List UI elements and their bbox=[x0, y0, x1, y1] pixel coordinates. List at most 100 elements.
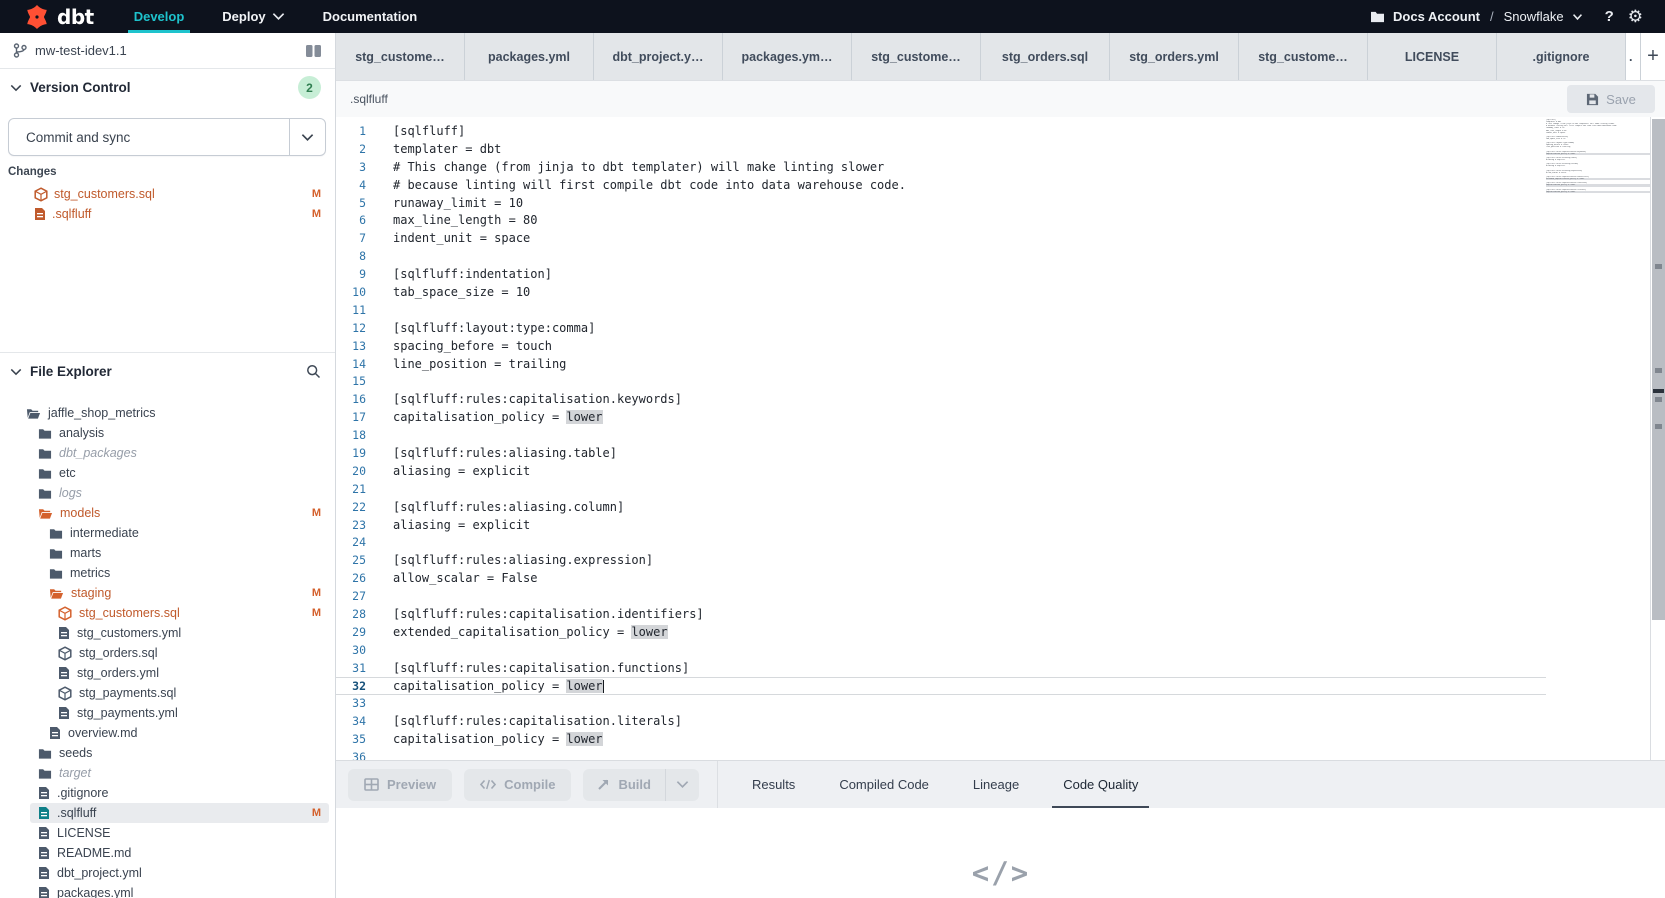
panel-tab-compiled-code[interactable]: Compiled Code bbox=[828, 761, 940, 809]
panel-tab-results[interactable]: Results bbox=[741, 761, 806, 809]
file-tab[interactable]: LICENSE bbox=[1368, 33, 1497, 80]
branch-row[interactable]: mw-test-idev1.1 bbox=[0, 33, 335, 69]
help-icon[interactable]: ? bbox=[1605, 8, 1614, 25]
save-button[interactable]: Save bbox=[1567, 85, 1655, 113]
code-line[interactable]: 2templater = dbt bbox=[336, 140, 1546, 158]
file-tree-item-models[interactable]: modelsM bbox=[0, 503, 335, 523]
file-tree-item-stg_orders.sql[interactable]: stg_orders.sql bbox=[0, 643, 335, 663]
file-tree-item-analysis[interactable]: analysis bbox=[0, 423, 335, 443]
code-line[interactable]: 7indent_unit = space bbox=[336, 229, 1546, 247]
code-line[interactable]: 11 bbox=[336, 301, 1546, 319]
compile-button[interactable]: Compile bbox=[464, 769, 571, 801]
code-line[interactable]: 4# because linting will first compile db… bbox=[336, 176, 1546, 194]
version-control-header[interactable]: Version Control 2 bbox=[0, 69, 335, 106]
code-line[interactable]: 36 bbox=[336, 748, 1546, 760]
code-line[interactable]: 25[sqlfluff:rules:aliasing.expression] bbox=[336, 551, 1546, 569]
file-tree-item-target[interactable]: target bbox=[0, 763, 335, 783]
code-line[interactable]: 6max_line_length = 80 bbox=[336, 211, 1546, 229]
gear-icon[interactable]: ⚙ bbox=[1628, 7, 1643, 27]
file-tree-item-.sqlfluff[interactable]: .sqlfluffM bbox=[30, 803, 329, 823]
code-content[interactable]: 1[sqlfluff]2templater = dbt3# This chang… bbox=[336, 117, 1546, 760]
panel-tab-lineage[interactable]: Lineage bbox=[962, 761, 1030, 809]
file-tab-active-partial[interactable]: . bbox=[1626, 33, 1641, 80]
code-line[interactable]: 29extended_capitalisation_policy = lower bbox=[336, 623, 1546, 641]
code-line[interactable]: 26allow_scalar = False bbox=[336, 569, 1546, 587]
code-line[interactable]: 23aliasing = explicit bbox=[336, 516, 1546, 534]
code-line[interactable]: 15 bbox=[336, 372, 1546, 390]
build-button[interactable]: Build bbox=[583, 769, 665, 801]
code-line[interactable]: 20aliasing = explicit bbox=[336, 462, 1546, 480]
new-tab-button[interactable]: + bbox=[1641, 33, 1665, 80]
file-tree-item-stg_payments.yml[interactable]: stg_payments.yml bbox=[0, 703, 335, 723]
file-tab[interactable]: stg_custome… bbox=[852, 33, 981, 80]
file-tab[interactable]: stg_custome… bbox=[336, 33, 465, 80]
code-line[interactable]: 8 bbox=[336, 247, 1546, 265]
code-line[interactable]: 24 bbox=[336, 533, 1546, 551]
build-button-group[interactable]: Build bbox=[583, 769, 699, 801]
code-line[interactable]: 19[sqlfluff:rules:aliasing.table] bbox=[336, 444, 1546, 462]
search-icon[interactable] bbox=[306, 364, 321, 379]
file-tab[interactable]: packages.yml bbox=[465, 33, 594, 80]
code-line[interactable]: 1[sqlfluff] bbox=[336, 122, 1546, 140]
code-line[interactable]: 3# This change (from jinja to dbt templa… bbox=[336, 158, 1546, 176]
code-line[interactable]: 9[sqlfluff:indentation] bbox=[336, 265, 1546, 283]
file-explorer-header[interactable]: File Explorer bbox=[0, 353, 335, 390]
code-line[interactable]: 32capitalisation_policy = lower bbox=[336, 677, 1546, 695]
nav-item-develop[interactable]: Develop bbox=[132, 0, 187, 33]
code-line[interactable]: 27 bbox=[336, 587, 1546, 605]
file-tree-item-etc[interactable]: etc bbox=[0, 463, 335, 483]
commit-options-caret[interactable] bbox=[289, 119, 325, 155]
build-options-caret[interactable] bbox=[665, 769, 699, 801]
code-line[interactable]: 13spacing_before = touch bbox=[336, 337, 1546, 355]
code-line[interactable]: 21 bbox=[336, 480, 1546, 498]
file-tree-item-stg_customers.yml[interactable]: stg_customers.yml bbox=[0, 623, 335, 643]
file-tab[interactable]: stg_custome… bbox=[1239, 33, 1368, 80]
code-line[interactable]: 34[sqlfluff:rules:capitalisation.literal… bbox=[336, 712, 1546, 730]
file-tree-item-intermediate[interactable]: intermediate bbox=[0, 523, 335, 543]
file-tree-item-LICENSE[interactable]: LICENSE bbox=[0, 823, 335, 843]
minimap[interactable]: [sqlfluff]templater = dbt# This change (… bbox=[1546, 117, 1650, 760]
nav-item-deploy[interactable]: Deploy bbox=[220, 0, 286, 33]
editor-panes-icon[interactable] bbox=[305, 44, 322, 58]
file-tree-item-metrics[interactable]: metrics bbox=[0, 563, 335, 583]
panel-tab-code-quality[interactable]: Code Quality bbox=[1052, 761, 1149, 809]
file-tree-item-stg_payments.sql[interactable]: stg_payments.sql bbox=[0, 683, 335, 703]
file-tab[interactable]: stg_orders.sql bbox=[981, 33, 1110, 80]
file-tree-item-stg_orders.yml[interactable]: stg_orders.yml bbox=[0, 663, 335, 683]
code-line[interactable]: 35capitalisation_policy = lower bbox=[336, 730, 1546, 748]
code-line[interactable]: 17capitalisation_policy = lower bbox=[336, 408, 1546, 426]
changed-file-row[interactable]: .sqlfluffM bbox=[0, 204, 335, 224]
file-tree-item-packages.yml[interactable]: packages.yml bbox=[0, 883, 335, 898]
code-line[interactable]: 12[sqlfluff:layout:type:comma] bbox=[336, 319, 1546, 337]
file-tree-item-jaffle_shop_metrics[interactable]: jaffle_shop_metrics bbox=[0, 403, 335, 423]
commit-and-sync-button[interactable]: Commit and sync bbox=[8, 118, 326, 156]
file-tree-item-README.md[interactable]: README.md bbox=[0, 843, 335, 863]
file-tree-item-marts[interactable]: marts bbox=[0, 543, 335, 563]
vertical-scrollbar[interactable] bbox=[1650, 117, 1665, 760]
file-tree-item-dbt_packages[interactable]: dbt_packages bbox=[0, 443, 335, 463]
file-tab[interactable]: packages.ym… bbox=[723, 33, 852, 80]
file-tree-item-.gitignore[interactable]: .gitignore bbox=[0, 783, 335, 803]
code-line[interactable]: 5runaway_limit = 10 bbox=[336, 194, 1546, 212]
dbt-logo[interactable]: dbt bbox=[24, 0, 94, 33]
file-tab[interactable]: stg_orders.yml bbox=[1110, 33, 1239, 80]
file-tree-item-seeds[interactable]: seeds bbox=[0, 743, 335, 763]
file-tree-item-staging[interactable]: stagingM bbox=[0, 583, 335, 603]
code-line[interactable]: 16[sqlfluff:rules:capitalisation.keyword… bbox=[336, 390, 1546, 408]
code-line[interactable]: 31[sqlfluff:rules:capitalisation.functio… bbox=[336, 659, 1546, 677]
account-switcher[interactable]: Docs Account / Snowflake bbox=[1370, 9, 1583, 24]
file-tree-item-overview.md[interactable]: overview.md bbox=[0, 723, 335, 743]
preview-button[interactable]: Preview bbox=[348, 769, 452, 801]
file-tab[interactable]: .gitignore bbox=[1497, 33, 1626, 80]
code-line[interactable]: 28[sqlfluff:rules:capitalisation.identif… bbox=[336, 605, 1546, 623]
file-tree-item-stg_customers.sql[interactable]: stg_customers.sqlM bbox=[0, 603, 335, 623]
code-line[interactable]: 33 bbox=[336, 695, 1546, 713]
code-line[interactable]: 10tab_space_size = 10 bbox=[336, 283, 1546, 301]
file-tab[interactable]: dbt_project.y… bbox=[594, 33, 723, 80]
code-line[interactable]: 30 bbox=[336, 641, 1546, 659]
file-tree-item-dbt_project.yml[interactable]: dbt_project.yml bbox=[0, 863, 335, 883]
changed-file-row[interactable]: stg_customers.sqlM bbox=[0, 184, 335, 204]
nav-item-documentation[interactable]: Documentation bbox=[321, 0, 420, 33]
code-line[interactable]: 18 bbox=[336, 426, 1546, 444]
code-line[interactable]: 14line_position = trailing bbox=[336, 355, 1546, 373]
